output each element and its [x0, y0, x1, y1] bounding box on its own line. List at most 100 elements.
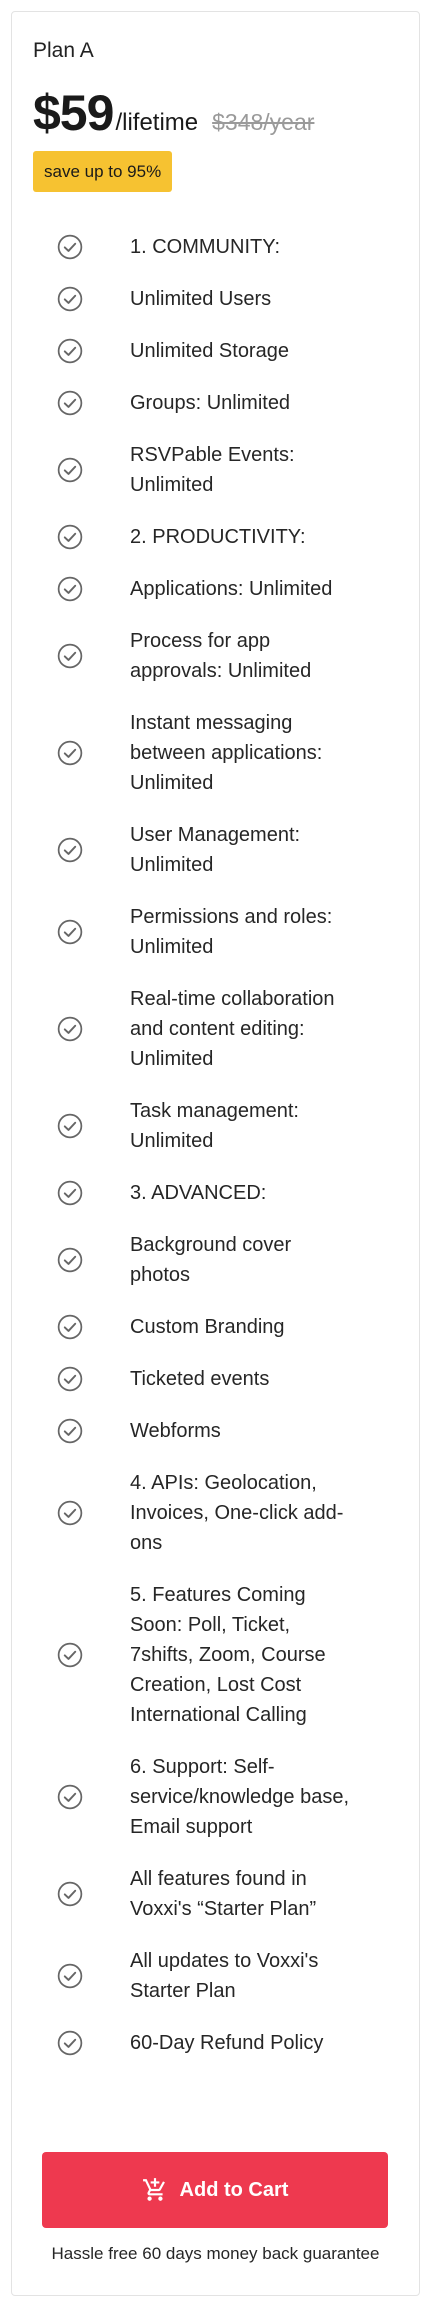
feature-text-line: Starter Plan [130, 1980, 236, 2002]
feature-item: Ticketed events [12, 1364, 419, 1394]
feature-text-line: Voxxi's “Starter Plan” [130, 1898, 317, 1920]
feature-item: Task management: Unlimited [12, 1096, 419, 1156]
feature-item: 60-Day Refund Policy [12, 2028, 419, 2058]
check-circle-icon [57, 837, 83, 863]
guarantee-text: Hassle free 60 days money back guarantee [51, 2244, 380, 2263]
feature-item: Custom Branding [12, 1312, 419, 1342]
check-circle-icon [57, 1881, 83, 1907]
check-circle-icon [57, 286, 83, 312]
feature-text-line: Permissions and roles: [130, 906, 333, 928]
check-circle-icon [57, 1180, 83, 1206]
feature-text-line: Unlimited [130, 474, 214, 496]
feature-text-line: RSVPable Events: [130, 444, 295, 466]
feature-text-line: Unlimited [130, 936, 214, 958]
feature-text-line: All features found in [130, 1868, 307, 1890]
check-circle-icon [57, 576, 83, 602]
pricing-card: Plan A $59 /lifetime $348/year save up t… [11, 11, 420, 2296]
feature-text-line: Creation, Lost Cost [130, 1674, 302, 1696]
check-circle-icon [57, 338, 83, 364]
feature-text: 1. COMMUNITY: [130, 232, 395, 262]
check-circle-icon [57, 234, 83, 260]
price-row: $59 /lifetime $348/year [33, 84, 314, 142]
feature-text-line: Groups: Unlimited [130, 392, 291, 414]
feature-text: Real-time collaboration and content editi… [130, 984, 395, 1074]
feature-text-line: Real-time collaboration [130, 988, 335, 1010]
feature-text: Process for app approvals: Unlimited [130, 626, 395, 686]
feature-item: 4. APIs: Geolocation, Invoices, One-click… [12, 1468, 419, 1558]
feature-text-line: Webforms [130, 1420, 221, 1442]
check-circle-icon [57, 1366, 83, 1392]
feature-text-line: Email support [130, 1816, 253, 1838]
feature-text-line: photos [130, 1264, 191, 1286]
feature-text: 3. ADVANCED: [130, 1178, 395, 1208]
feature-text: Unlimited Users [130, 284, 395, 314]
price: $59 [33, 85, 114, 141]
feature-item: RSVPable Events: Unlimited [12, 440, 419, 500]
check-circle-icon [57, 457, 83, 483]
feature-text-line: 1. COMMUNITY: [130, 236, 281, 258]
feature-item: Unlimited Users [12, 284, 419, 314]
feature-text-line: approvals: Unlimited [130, 660, 312, 682]
feature-text: Ticketed events [130, 1364, 395, 1394]
feature-text-line: All updates to Voxxi's [130, 1950, 319, 1972]
check-circle-icon [57, 524, 83, 550]
add-to-cart-button[interactable]: Add to Cart [42, 2152, 388, 2228]
plan-name: Plan A [33, 39, 94, 62]
feature-text-line: and content editing: [130, 1018, 305, 1040]
feature-text: 6. Support: Self-service/knowledge base,… [130, 1752, 395, 1842]
feature-text: Custom Branding [130, 1312, 395, 1342]
feature-text-line: Unlimited Storage [130, 340, 289, 362]
feature-text-line: Soon: Poll, Ticket, [130, 1614, 291, 1636]
feature-text: All features found in Voxxi's “Starter Pl… [130, 1864, 395, 1924]
feature-item: 3. ADVANCED: [12, 1178, 419, 1208]
feature-text: All updates to Voxxi's Starter Plan [130, 1946, 395, 2006]
feature-item: 6. Support: Self-service/knowledge base,… [12, 1752, 419, 1842]
feature-text-line: User Management: [130, 824, 301, 846]
feature-item: 1. COMMUNITY: [12, 232, 419, 262]
feature-text: Unlimited Storage [130, 336, 395, 366]
feature-text: User Management: Unlimited [130, 820, 395, 880]
feature-text-line: Unlimited [130, 772, 214, 794]
feature-item: All features found in Voxxi's “Starter Pl… [12, 1864, 419, 1924]
add-to-cart-label: Add to Cart [179, 2178, 289, 2201]
discount-badge: save up to 95% [33, 151, 173, 192]
feature-text-line: 6. Support: Self- [130, 1756, 275, 1778]
feature-text-line: International Calling [130, 1704, 307, 1726]
cart-plus-icon [142, 2178, 165, 2201]
check-circle-icon [57, 1500, 83, 1526]
feature-item: Permissions and roles: Unlimited [12, 902, 419, 962]
check-circle-icon [57, 1247, 83, 1273]
feature-text: Applications: Unlimited [130, 574, 395, 604]
feature-text: Task management: Unlimited [130, 1096, 395, 1156]
check-circle-icon [57, 740, 83, 766]
price-period: /lifetime [115, 109, 199, 136]
feature-text-line: 2. PRODUCTIVITY: [130, 526, 306, 548]
feature-text-line: Unlimited [130, 1130, 214, 1152]
feature-text: Permissions and roles: Unlimited [130, 902, 395, 962]
feature-text-line: Ticketed events [130, 1368, 270, 1390]
old-price: $348/year [212, 109, 315, 135]
feature-text: Webforms [130, 1416, 395, 1446]
feature-text-line: 3. ADVANCED: [130, 1182, 267, 1204]
feature-text-line: 5. Features Coming [130, 1584, 306, 1606]
feature-item: 5. Features Coming Soon: Poll, Ticket, 7sh… [12, 1580, 419, 1730]
feature-text-line: Instant messaging [130, 712, 293, 734]
feature-item: Real-time collaboration and content editi… [12, 984, 419, 1074]
feature-text-line: ons [130, 1532, 163, 1554]
feature-item: All updates to Voxxi's Starter Plan [12, 1946, 419, 2006]
feature-text-line: 4. APIs: Geolocation, [130, 1472, 317, 1494]
feature-text-line: service/knowledge base, [130, 1786, 350, 1808]
check-circle-icon [57, 919, 83, 945]
feature-text: RSVPable Events: Unlimited [130, 440, 395, 500]
feature-text-line: Unlimited [130, 854, 214, 876]
check-circle-icon [57, 1314, 83, 1340]
feature-text-line: 60-Day Refund Policy [130, 2032, 324, 2054]
feature-item: User Management: Unlimited [12, 820, 419, 880]
check-circle-icon [57, 390, 83, 416]
feature-item: Background cover photos [12, 1230, 419, 1290]
feature-text-line: Task management: [130, 1100, 299, 1122]
feature-item: Webforms [12, 1416, 419, 1446]
check-circle-icon [57, 1418, 83, 1444]
feature-text: 5. Features Coming Soon: Poll, Ticket, 7sh… [130, 1580, 395, 1730]
feature-text-line: Custom Branding [130, 1316, 285, 1338]
